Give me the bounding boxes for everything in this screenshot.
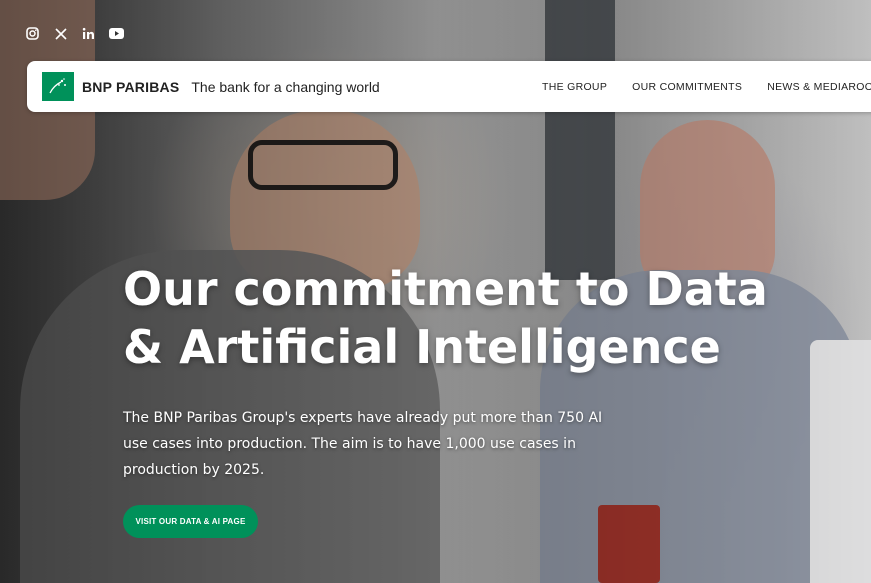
nav-item-the-group[interactable]: THE GROUP: [542, 81, 607, 93]
hero-subtext: The BNP Paribas Group's experts have alr…: [123, 410, 603, 478]
main-nav: THE GROUP OUR COMMITMENTS NEWS & MEDIARO…: [542, 61, 871, 112]
nav-item-news-mediaroom[interactable]: NEWS & MEDIAROOM: [767, 81, 871, 93]
bnp-logo-icon[interactable]: [42, 72, 74, 101]
x-icon[interactable]: [53, 26, 68, 41]
hero-headline: Our commitment to Data & Artificial Inte…: [123, 260, 823, 376]
hero-headline-line2: & Artificial Intelligence: [123, 320, 721, 374]
brand-tagline: The bank for a changing world: [191, 78, 380, 95]
instagram-icon[interactable]: [25, 26, 40, 41]
brand-name[interactable]: BNP PARIBAS: [82, 79, 179, 95]
visit-data-ai-page-button[interactable]: VISIT OUR DATA & AI PAGE: [123, 505, 258, 538]
social-links: [25, 26, 124, 41]
linkedin-icon[interactable]: [81, 26, 96, 41]
hero-headline-line1: Our commitment to Data: [123, 262, 768, 316]
site-header: BNP PARIBAS The bank for a changing worl…: [27, 61, 871, 112]
youtube-icon[interactable]: [109, 26, 124, 41]
nav-item-our-commitments[interactable]: OUR COMMITMENTS: [632, 81, 742, 93]
